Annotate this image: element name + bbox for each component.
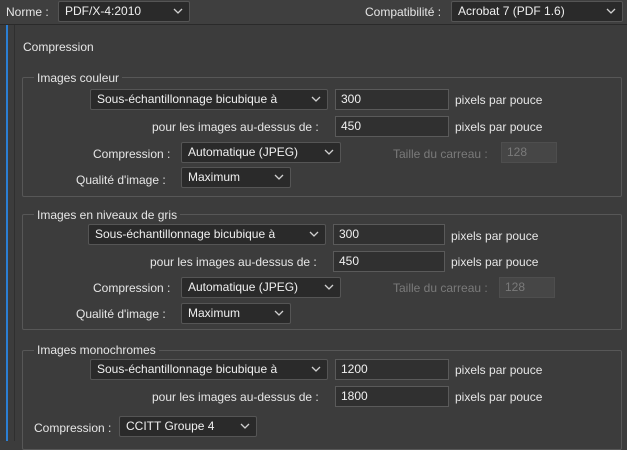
chevron-down-icon — [324, 149, 334, 155]
gray-resolution-unit: pixels par pouce — [451, 229, 539, 243]
mono-resolution-input[interactable]: 1200 — [335, 359, 449, 380]
gray-resample-select[interactable]: Sous-échantillonnage bicubique à — [88, 224, 326, 245]
color-images-title: Images couleur — [34, 71, 123, 85]
chevron-down-icon — [311, 366, 321, 372]
mono-above-input[interactable]: 1800 — [335, 386, 449, 407]
section-title: Compression — [23, 40, 94, 54]
gray-compression-select[interactable]: Automatique (JPEG) — [181, 277, 341, 298]
mono-compression-value: CCITT Groupe 4 — [126, 419, 215, 433]
gray-above-label: pour les images au-dessus de : — [150, 255, 317, 269]
mono-above-label: pour les images au-dessus de : — [152, 390, 319, 404]
mono-resample-value: Sous-échantillonnage bicubique à — [97, 362, 278, 376]
color-tile-input[interactable]: 128 — [501, 142, 557, 163]
gray-above-unit: pixels par pouce — [451, 255, 539, 269]
compat-label: Compatibilité : — [365, 5, 442, 19]
gray-above-input[interactable]: 450 — [333, 251, 445, 272]
gray-tile-input[interactable]: 128 — [499, 277, 555, 298]
chevron-down-icon — [173, 8, 183, 14]
chevron-down-icon — [311, 96, 321, 102]
chevron-down-icon — [309, 231, 319, 237]
gray-resolution-input[interactable]: 300 — [333, 224, 445, 245]
chevron-down-icon — [274, 310, 284, 316]
gray-compression-label: Compression : — [93, 281, 171, 295]
color-resample-select[interactable]: Sous-échantillonnage bicubique à — [90, 89, 328, 110]
gray-compression-value: Automatique (JPEG) — [188, 280, 299, 294]
color-tile-label: Taille du carreau : — [393, 147, 488, 161]
color-quality-label: Qualité d'image : — [76, 173, 166, 187]
gray-resample-value: Sous-échantillonnage bicubique à — [95, 227, 276, 241]
compat-value: Acrobat 7 (PDF 1.6) — [458, 4, 565, 18]
gray-quality-value: Maximum — [188, 306, 241, 320]
color-compression-value: Automatique (JPEG) — [188, 145, 299, 159]
color-above-unit: pixels par pouce — [455, 120, 543, 134]
mono-resolution-unit: pixels par pouce — [455, 363, 543, 377]
norme-label: Norme : — [6, 5, 49, 19]
mono-images-title: Images monochromes — [34, 343, 159, 357]
color-quality-value: Maximum — [188, 170, 241, 184]
mono-compression-select[interactable]: CCITT Groupe 4 — [119, 416, 257, 437]
chevron-down-icon — [274, 174, 284, 180]
mono-above-unit: pixels par pouce — [455, 390, 543, 404]
selection-accent — [6, 25, 8, 441]
mono-resample-select[interactable]: Sous-échantillonnage bicubique à — [90, 359, 328, 380]
category-list-edge[interactable] — [0, 25, 8, 441]
compat-select[interactable]: Acrobat 7 (PDF 1.6) — [451, 1, 623, 22]
color-resolution-input[interactable]: 300 — [335, 89, 449, 110]
gray-quality-select[interactable]: Maximum — [181, 303, 291, 324]
color-compression-select[interactable]: Automatique (JPEG) — [181, 142, 341, 163]
norme-select[interactable]: PDF/X-4:2010 — [58, 1, 190, 22]
gray-images-title: Images en niveaux de gris — [34, 208, 181, 222]
norme-value: PDF/X-4:2010 — [65, 4, 142, 18]
chevron-down-icon — [606, 8, 616, 14]
color-compression-label: Compression : — [93, 147, 171, 161]
color-resample-value: Sous-échantillonnage bicubique à — [97, 92, 278, 106]
color-above-input[interactable]: 450 — [335, 116, 449, 137]
divider — [14, 25, 15, 441]
chevron-down-icon — [324, 284, 334, 290]
color-quality-select[interactable]: Maximum — [181, 167, 291, 188]
gray-tile-label: Taille du carreau : — [393, 281, 488, 295]
color-resolution-unit: pixels par pouce — [455, 93, 543, 107]
mono-compression-label: Compression : — [34, 421, 112, 435]
gray-quality-label: Qualité d'image : — [76, 307, 166, 321]
chevron-down-icon — [240, 423, 250, 429]
color-above-label: pour les images au-dessus de : — [152, 120, 319, 134]
